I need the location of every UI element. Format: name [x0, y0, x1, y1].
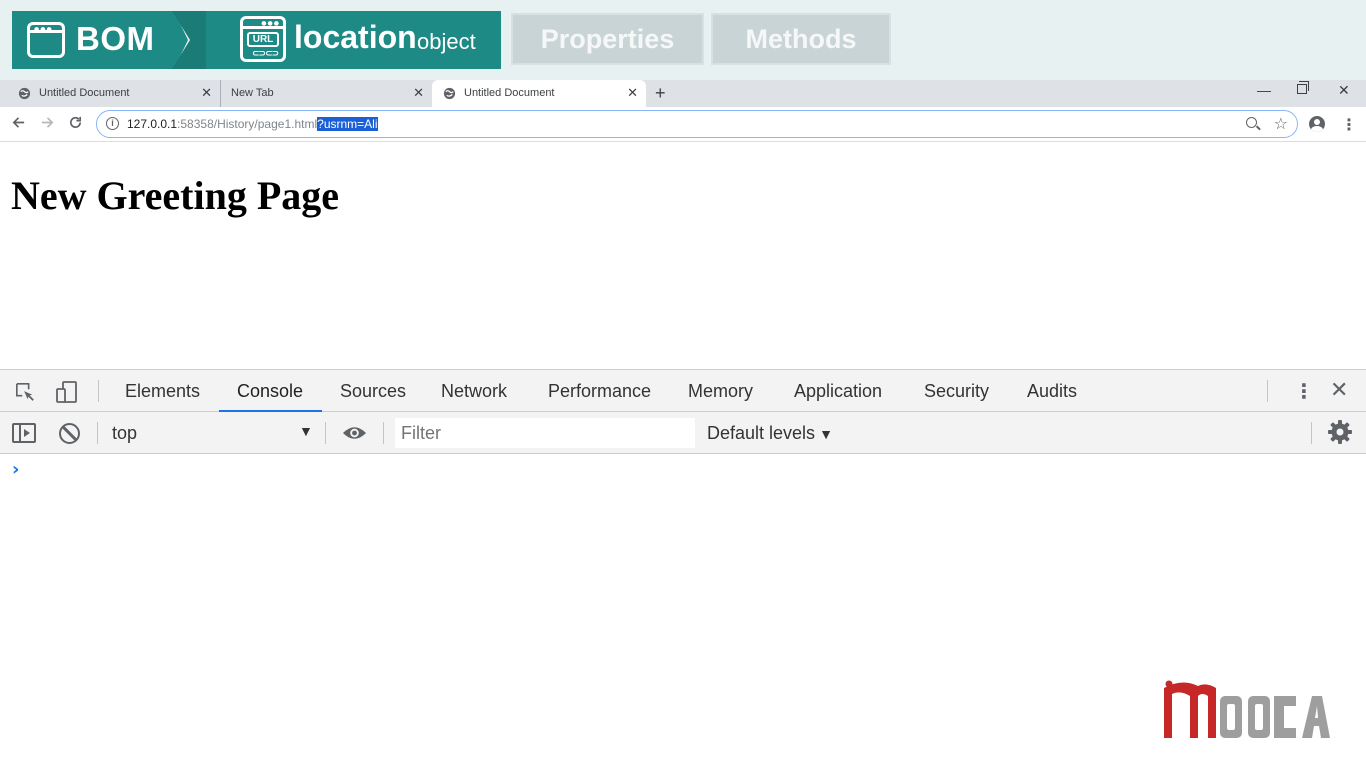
- clear-console-icon[interactable]: [59, 423, 80, 444]
- more-menu-icon[interactable]: ⋮: [1341, 115, 1357, 135]
- devtools-tab-bar: Elements Console Sources Network Perform…: [0, 369, 1366, 412]
- restore-button[interactable]: [1297, 81, 1309, 94]
- devtools-tab-elements[interactable]: Elements: [125, 381, 200, 402]
- url-host: 127.0.0.1: [127, 117, 178, 131]
- close-icon[interactable]: ✕: [413, 85, 424, 101]
- page-heading: New Greeting Page: [11, 173, 340, 218]
- bom-label: BOM: [76, 20, 155, 57]
- console-filter-input[interactable]: [395, 418, 695, 448]
- new-tab-button[interactable]: +: [655, 83, 666, 104]
- minimize-button[interactable]: —: [1257, 82, 1271, 98]
- close-icon[interactable]: ✕: [201, 85, 212, 101]
- info-icon[interactable]: i: [106, 117, 119, 130]
- browser-tab[interactable]: New Tab ✕: [220, 80, 432, 107]
- toolbar-divider: [97, 422, 98, 444]
- live-expression-eye-icon[interactable]: [342, 424, 367, 442]
- zoom-icon[interactable]: [1246, 117, 1257, 128]
- devtools-menu-icon[interactable]: ⋮: [1294, 379, 1314, 404]
- forward-arrow-icon[interactable]: [40, 115, 55, 130]
- devtools-tab-application[interactable]: Application: [794, 381, 882, 402]
- mooca-logo: [1164, 680, 1330, 738]
- caret-down-icon: ▼: [819, 426, 833, 442]
- tab-title: New Tab: [231, 87, 274, 99]
- lesson-banner: ●●● BOM ●●● URL ⊂⊃⊂⊃ location object Pro…: [0, 0, 1366, 80]
- toolbar-divider: [1267, 380, 1268, 402]
- object-label: object: [417, 29, 476, 54]
- location-label: location: [294, 19, 417, 55]
- log-levels-dropdown[interactable]: Default levels ▼: [707, 423, 833, 444]
- screen: ●●● BOM ●●● URL ⊂⊃⊂⊃ location object Pro…: [0, 0, 1366, 768]
- star-icon[interactable]: ☆: [1274, 114, 1288, 134]
- back-arrow-icon[interactable]: [11, 115, 26, 130]
- caret-down-icon[interactable]: ▼: [299, 423, 313, 439]
- settings-gear-icon[interactable]: [1328, 420, 1352, 444]
- devtools-tab-audits[interactable]: Audits: [1027, 381, 1077, 402]
- devtools-tab-network[interactable]: Network: [441, 381, 507, 402]
- tab-title: Untitled Document: [39, 87, 130, 99]
- devtools-tab-performance[interactable]: Performance: [548, 381, 651, 402]
- device-toolbar-icon[interactable]: [55, 380, 79, 404]
- url-text[interactable]: 127.0.0.1:58358/History/page1.html?usrnm…: [127, 117, 378, 131]
- toolbar-divider: [383, 422, 384, 444]
- devtools-tab-memory[interactable]: Memory: [688, 381, 753, 402]
- devtools-tab-security[interactable]: Security: [924, 381, 989, 402]
- console-sidebar-icon[interactable]: [12, 423, 36, 443]
- reload-icon[interactable]: [68, 115, 83, 130]
- browser-tab-active[interactable]: Untitled Document ✕: [432, 80, 646, 107]
- tab-title: Untitled Document: [464, 87, 555, 99]
- globe-icon: [443, 87, 456, 100]
- browser-toolbar: i 127.0.0.1:58358/History/page1.html?usr…: [0, 107, 1366, 142]
- methods-pill: Methods: [711, 13, 891, 65]
- devtools-tab-console[interactable]: Console: [237, 381, 303, 402]
- devtools-tab-sources[interactable]: Sources: [340, 381, 406, 402]
- properties-pill: Properties: [511, 13, 704, 65]
- toolbar-divider: [1311, 422, 1312, 444]
- browser-tab[interactable]: Untitled Document ✕: [0, 80, 220, 107]
- browser-tab-strip: Untitled Document ✕ New Tab ✕ Untitled D…: [0, 80, 1366, 107]
- console-toolbar: top ▼ Default levels▼: [0, 412, 1366, 454]
- close-icon[interactable]: ✕: [627, 85, 638, 101]
- browser-window-icon: ●●●: [27, 22, 65, 58]
- url-query-selected: ?usrnm=Ali: [317, 117, 378, 131]
- console-prompt-chevron-icon[interactable]: ›: [12, 459, 19, 480]
- account-icon[interactable]: [1309, 116, 1325, 132]
- url-icon-text: URL: [247, 32, 279, 47]
- url-window-icon: ●●● URL ⊂⊃⊂⊃: [240, 16, 286, 62]
- log-levels-label: Default levels: [707, 423, 816, 443]
- window-close-button[interactable]: ✕: [1338, 82, 1350, 99]
- toolbar-divider: [325, 422, 326, 444]
- globe-icon: [18, 87, 31, 100]
- toolbar-divider: [98, 380, 99, 402]
- url-path: :58358/History/page1.html: [177, 117, 318, 131]
- address-bar[interactable]: i 127.0.0.1:58358/History/page1.html?usr…: [96, 110, 1298, 138]
- inspect-element-icon[interactable]: [15, 382, 35, 402]
- context-selector[interactable]: top: [112, 423, 137, 444]
- devtools-close-icon[interactable]: ✕: [1330, 377, 1348, 403]
